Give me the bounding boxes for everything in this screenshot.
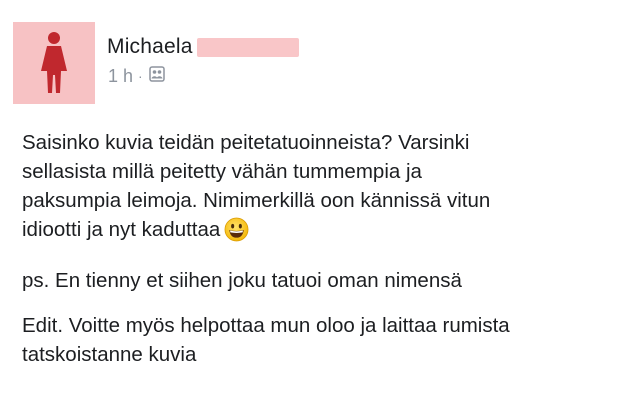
female-figure-icon: [41, 32, 67, 93]
post-meta: 1 h ·: [108, 66, 165, 86]
post-paragraph: Edit. Voitte myös helpottaa mun oloo ja …: [22, 311, 622, 369]
post-paragraph: ps. En tienny et siihen joku tatuoi oman…: [22, 266, 622, 295]
avatar[interactable]: [13, 22, 95, 104]
author-name[interactable]: Michaela: [107, 35, 193, 59]
name-redaction: [196, 37, 299, 57]
post-text-line-with-emoji: idiootti ja nyt kaduttaa: [22, 215, 622, 250]
post-text-line: Edit. Voitte myös helpottaa mun oloo ja …: [22, 314, 510, 337]
post-text-line: tatskoistanne kuvia: [22, 343, 197, 366]
post-paragraph: Saisinko kuvia teidän peitetatuoinneista…: [22, 128, 622, 250]
facebook-post: Michaela 1 h · Saisinko kuvia teidän pei…: [0, 0, 632, 418]
grinning-face-emoji: [224, 217, 249, 250]
meta-separator: ·: [138, 68, 143, 84]
post-text-line: idiootti ja nyt kaduttaa: [22, 218, 221, 241]
post-timestamp[interactable]: 1 h: [108, 66, 133, 86]
post-author[interactable]: Michaela: [107, 35, 299, 59]
post-body: Saisinko kuvia teidän peitetatuoinneista…: [22, 128, 622, 369]
post-text-line: paksumpia leimoja. Nimimerkillä oon känn…: [22, 189, 491, 212]
group-privacy-icon[interactable]: [148, 66, 165, 86]
post-text-line: ps. En tienny et siihen joku tatuoi oman…: [22, 269, 462, 292]
post-text-line: Saisinko kuvia teidän peitetatuoinneista…: [22, 131, 470, 154]
post-text-line: sellasista millä peitetty vähän tummempi…: [22, 160, 422, 183]
